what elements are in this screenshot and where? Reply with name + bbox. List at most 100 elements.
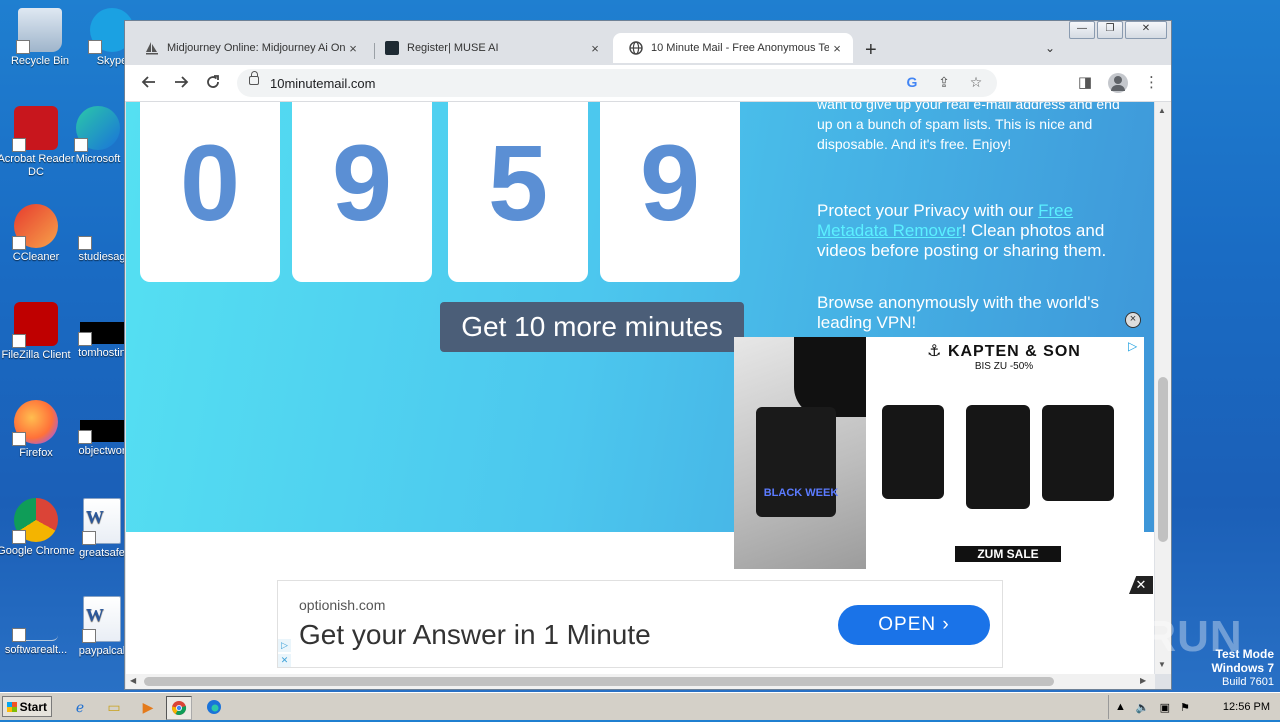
scrollbar-thumb[interactable]: [1158, 377, 1168, 542]
url-text: 10minutemail.com: [270, 76, 376, 91]
tab-title: Midjourney Online: Midjourney Ai Online: [167, 42, 345, 54]
reload-icon: [207, 75, 219, 88]
word-document-icon: [82, 498, 121, 545]
side-panel-icon[interactable]: ◨: [1078, 73, 1092, 93]
horizontal-scrollbar[interactable]: ◀ ▶: [126, 674, 1155, 689]
tray-expand-icon[interactable]: ▲: [1115, 701, 1126, 713]
timer-digit-card: 9: [292, 102, 432, 282]
ad-headline: Get your Answer in 1 Minute: [299, 619, 651, 650]
desktop-icon-recycle-bin[interactable]: Recycle Bin: [0, 8, 80, 68]
timer-digit: 9: [639, 122, 701, 243]
ad-photo-bag: [756, 407, 836, 517]
tab-search-dropdown[interactable]: ⌄: [1045, 41, 1055, 55]
intro-text: want to give up your real e-mail address…: [817, 102, 1120, 152]
backpack-image: [966, 405, 1030, 509]
build-label: Build 7601: [1222, 676, 1274, 688]
os-label: Windows 7: [1211, 661, 1274, 675]
globe-icon: [629, 41, 643, 55]
tab-title: Register| MUSE AI: [407, 42, 499, 54]
timer-digit-card: 9: [600, 102, 740, 282]
optionish-banner-ad[interactable]: optionish.com Get your Answer in 1 Minut…: [277, 580, 1003, 668]
scroll-left-icon[interactable]: ◀: [130, 676, 136, 685]
ad-discount: BIS ZU -50%: [974, 361, 1034, 372]
ie-icon[interactable]: ℯ: [68, 696, 92, 718]
lock-icon: [249, 71, 259, 85]
tab-bar: Midjourney Online: Midjourney Ai Online …: [125, 29, 1171, 65]
firefox-icon: [12, 400, 58, 446]
file-icon: [78, 420, 124, 444]
test-mode-notice: Test Mode Windows 7 Build 7601: [1211, 648, 1274, 689]
page-viewport: 0 9 5 9 Get 10 more minutes want to give…: [126, 102, 1154, 674]
tab-muse-ai[interactable]: Register| MUSE AI ×: [369, 33, 611, 63]
start-button[interactable]: Start: [2, 696, 52, 717]
toolbar-right-actions: ◨ ⋮: [1078, 73, 1159, 93]
scrollbar-thumb[interactable]: [144, 677, 1054, 686]
backpack-image: [882, 405, 944, 499]
ad-photo: BLACK WEEK: [734, 337, 866, 569]
adchoices-icon[interactable]: ▷: [278, 639, 291, 652]
browser-toolbar: 10minutemail.com G ⇪ ☆ ◨ ⋮: [125, 65, 1171, 102]
forward-button[interactable]: [171, 73, 191, 93]
tab-title: 10 Minute Mail - Free Anonymous Temporar…: [651, 42, 829, 54]
sailboat-icon: [145, 41, 159, 55]
close-tab-icon[interactable]: ×: [587, 41, 603, 56]
ad-sale-button[interactable]: ZUM SALE: [955, 546, 1061, 562]
muse-logo-icon: [385, 41, 399, 55]
timer-digit-card: 5: [448, 102, 588, 282]
scroll-up-icon[interactable]: ▲: [1158, 106, 1166, 115]
ad-close-x-icon[interactable]: ✕: [278, 654, 291, 667]
close-tab-icon[interactable]: ×: [345, 41, 361, 56]
bookmark-star-icon[interactable]: ☆: [967, 74, 985, 91]
timer-hero: 0 9 5 9 Get 10 more minutes want to give…: [126, 102, 1154, 569]
desktop-icon-label: Recycle Bin: [10, 55, 70, 67]
chrome-taskbar-icon[interactable]: [166, 696, 192, 720]
back-arrow-icon: [141, 76, 155, 88]
backpack-image: [1042, 405, 1114, 501]
edge-taskbar-icon[interactable]: [202, 696, 226, 718]
volume-icon[interactable]: 🔈: [1136, 701, 1150, 714]
new-tab-button[interactable]: +: [865, 39, 877, 62]
recycle-bin-icon: [16, 8, 62, 54]
tab-midjourney[interactable]: Midjourney Online: Midjourney Ai Online …: [129, 33, 369, 63]
browser-window: — ❐ ✕ Midjourney Online: Midjourney Ai O…: [124, 20, 1172, 690]
word-document-icon: [82, 596, 121, 643]
close-tab-icon[interactable]: ×: [829, 41, 845, 56]
menu-kebab-icon[interactable]: ⋮: [1144, 73, 1159, 93]
media-player-icon[interactable]: ▶: [136, 696, 160, 718]
ad-brand: ⚓ KAPTEN & SON: [927, 343, 1081, 360]
privacy-text: Protect your Privacy with our: [817, 201, 1039, 220]
system-tray: ▲ 🔈 ▣ ⚑ 12:56 PM: [1108, 695, 1280, 719]
network-icon[interactable]: ▣: [1160, 701, 1170, 714]
address-bar-actions: G ⇪ ☆: [903, 74, 985, 91]
scroll-right-icon[interactable]: ▶: [1140, 676, 1146, 685]
vertical-scrollbar[interactable]: ▲ ▼: [1155, 102, 1171, 674]
ad-domain: optionish.com: [299, 597, 386, 613]
chrome-icon: [12, 498, 58, 544]
profile-avatar-icon[interactable]: [1108, 73, 1128, 93]
share-icon[interactable]: ⇪: [935, 74, 953, 91]
timer-digit: 9: [331, 122, 393, 243]
explorer-folder-icon[interactable]: ▭: [102, 696, 126, 718]
google-translate-icon[interactable]: G: [903, 74, 921, 91]
forward-arrow-icon: [175, 76, 189, 88]
back-button[interactable]: [139, 73, 159, 93]
get-more-minutes-button[interactable]: Get 10 more minutes: [440, 302, 744, 352]
privacy-promo: Protect your Privacy with our Free Metad…: [817, 201, 1137, 261]
edge-icon: [74, 106, 120, 152]
ad-photo-caption: BLACK WEEK: [763, 487, 839, 499]
file-icon: [78, 204, 124, 250]
tab-10minutemail[interactable]: 10 Minute Mail - Free Anonymous Temporar…: [613, 33, 853, 63]
reload-button[interactable]: [203, 73, 223, 93]
ad-open-button[interactable]: OPEN ›: [838, 605, 990, 645]
address-bar[interactable]: 10minutemail.com G ⇪ ☆: [237, 69, 997, 97]
clock[interactable]: 12:56 PM: [1223, 701, 1270, 713]
action-center-flag-icon[interactable]: ⚑: [1180, 701, 1190, 714]
kapten-son-ad[interactable]: BLACK WEEK ⚓ KAPTEN & SON BIS ZU -50% ZU…: [734, 337, 1144, 569]
adchoices-icon[interactable]: ▷: [1128, 339, 1137, 353]
ad-close-button[interactable]: ×: [1125, 312, 1141, 328]
filezilla-icon: [12, 302, 58, 348]
ad-photo-arm: [794, 337, 866, 417]
banner-close-button[interactable]: ✕: [1129, 576, 1153, 594]
acrobat-icon: [12, 106, 58, 152]
file-icon: [12, 596, 58, 642]
